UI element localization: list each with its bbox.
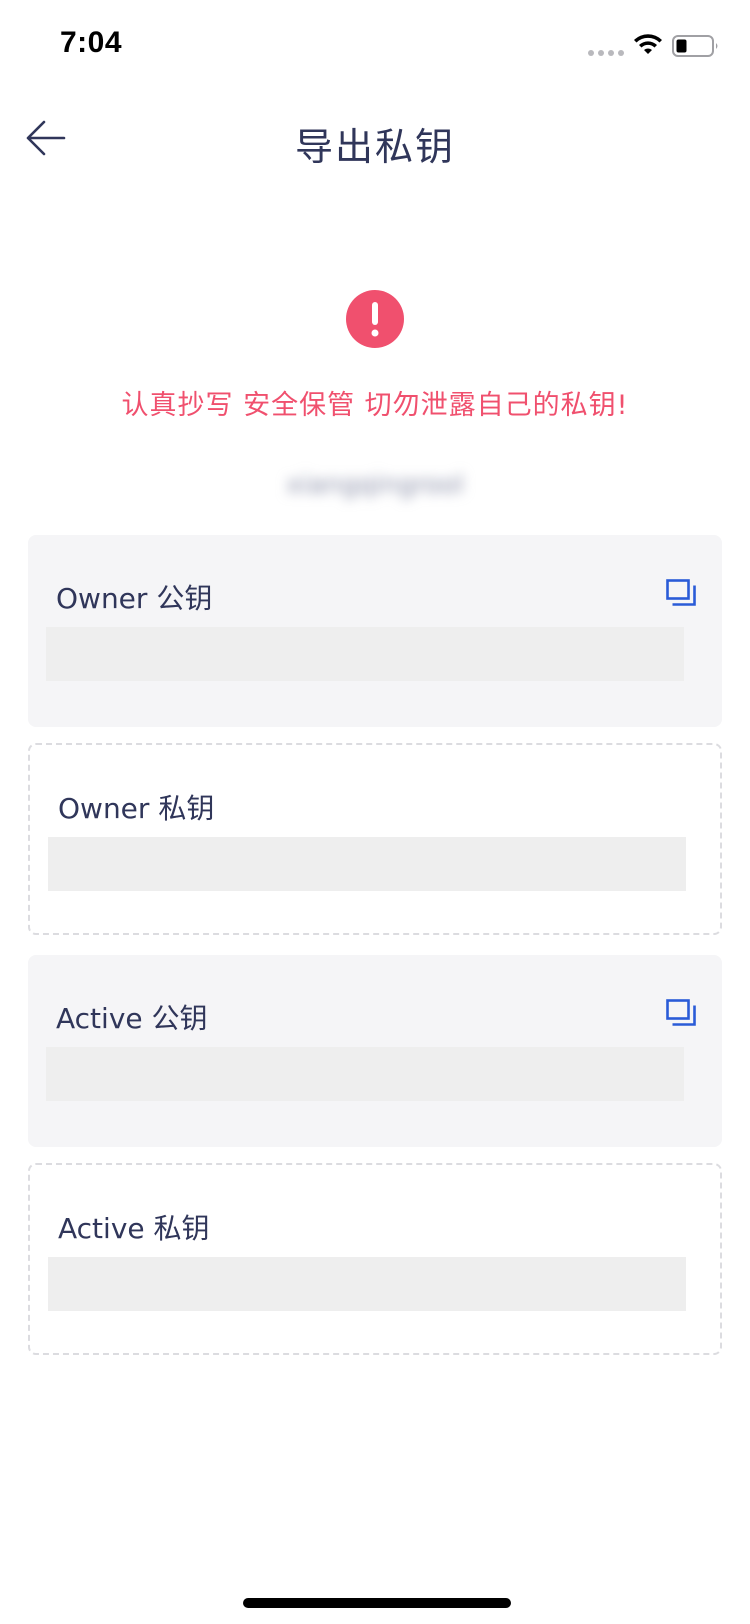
key-value-redacted[interactable] bbox=[48, 1257, 686, 1311]
key-label: Owner 公钥 bbox=[56, 582, 213, 615]
key-label: Active 公钥 bbox=[56, 1002, 208, 1035]
account-name: xiangqingrool bbox=[286, 470, 464, 500]
key-value-redacted[interactable] bbox=[46, 627, 684, 681]
copy-icon[interactable] bbox=[666, 999, 696, 1027]
page-title: 导出私钥 bbox=[294, 125, 455, 169]
navigation-bar: 导出私钥 bbox=[0, 100, 750, 180]
key-value-redacted[interactable] bbox=[48, 837, 686, 891]
wifi-icon bbox=[634, 34, 662, 54]
warning-message: 认真抄写 安全保管 切勿泄露自己的私钥! bbox=[121, 390, 629, 421]
battery-icon bbox=[672, 35, 718, 57]
status-bar: 7:04 bbox=[0, 0, 750, 88]
active-private-key-card: Active 私钥 bbox=[28, 1163, 722, 1355]
owner-public-key-card: Owner 公钥 bbox=[28, 535, 722, 727]
key-label: Owner 私钥 bbox=[58, 792, 215, 825]
status-time: 7:04 bbox=[60, 26, 123, 59]
key-value-redacted[interactable] bbox=[46, 1047, 684, 1101]
active-public-key-card: Active 公钥 bbox=[28, 955, 722, 1147]
home-indicator bbox=[243, 1598, 511, 1608]
exclamation-circle-icon bbox=[346, 290, 404, 348]
key-label: Active 私钥 bbox=[58, 1212, 210, 1245]
copy-icon[interactable] bbox=[666, 579, 696, 607]
owner-private-key-card: Owner 私钥 bbox=[28, 743, 722, 935]
cellular-signal-icon bbox=[588, 50, 624, 58]
